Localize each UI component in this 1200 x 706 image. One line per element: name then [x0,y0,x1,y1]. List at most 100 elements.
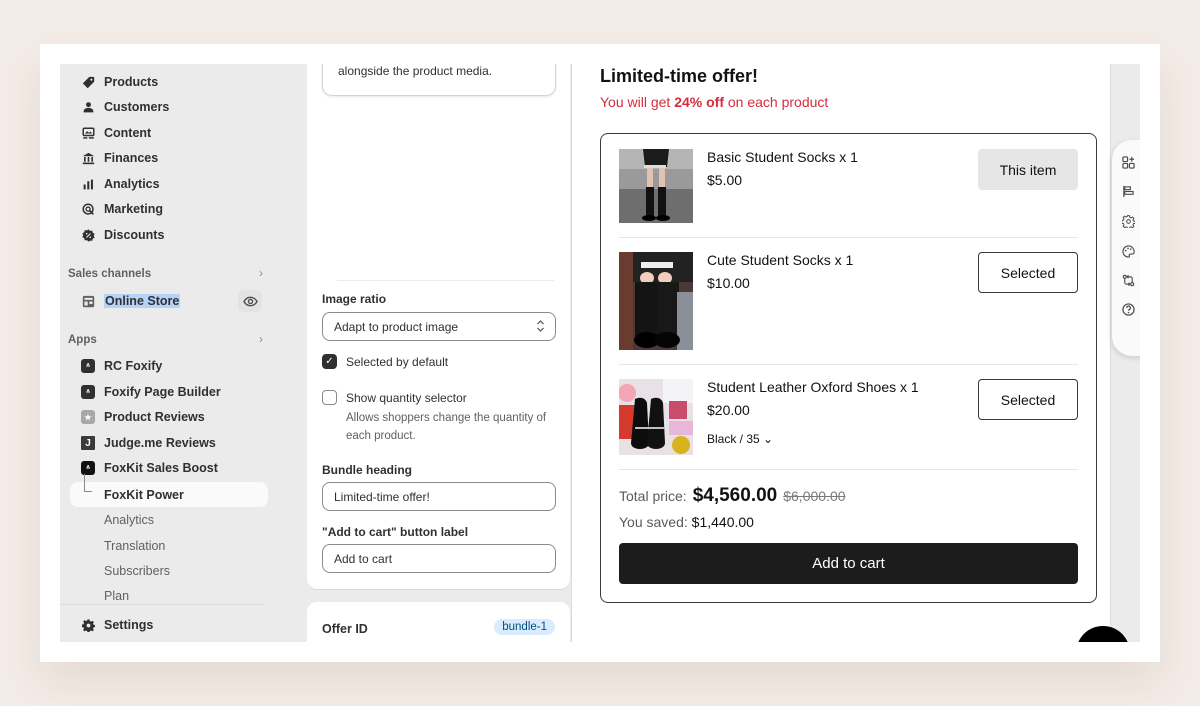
bundle-title: Limited-time offer! [600,66,759,86]
sidebar-item-customers[interactable]: Customers [70,95,268,119]
show-quantity-selector-checkbox[interactable]: Show quantity selector [322,390,467,405]
sidebar-item-label: Products [104,75,159,89]
selected-by-default-checkbox[interactable]: ✓ Selected by default [322,354,448,369]
product-image [619,252,693,350]
sidebar-subitem-analytics[interactable]: Analytics [104,513,154,527]
product-image [619,149,693,223]
chevron-right-icon: › [259,268,263,280]
sidebar-subitem-translation[interactable]: Translation [104,539,165,553]
bundle-heading-input[interactable]: Limited-time offer! [322,482,556,511]
this-item-button[interactable]: This item [978,149,1078,190]
product-name: Cute Student Socks x 1 [707,252,854,268]
sidebar-subitem-foxkit-power[interactable]: FoxKit Power [104,488,184,502]
description-text: alongside the product media. [338,64,493,78]
chevron-down-icon: ⌄ [763,432,774,446]
add-block-icon[interactable] [1118,152,1138,172]
admin-window: Products Customers Content Finances Anal… [60,64,1140,642]
sidebar-subitem-subscribers[interactable]: Subscribers [104,564,170,578]
variant-select[interactable]: Black / 35 ⌄ [707,432,773,446]
selected-button[interactable]: Selected [978,379,1078,420]
sidebar-item-rc-foxify[interactable]: ᐞ RC Foxify [70,354,268,378]
saved-label: You saved: [619,514,688,530]
settings-icon[interactable] [1118,211,1138,231]
selected-by-default-label: Selected by default [346,354,449,369]
content-icon [80,125,96,141]
sidebar-item-content[interactable]: Content [70,121,268,145]
sidebar-item-finances[interactable]: Finances [70,146,268,170]
block-settings-card: alongside the product media. Image ratio… [307,64,570,589]
add-to-cart-button[interactable]: Add to cart [619,543,1078,584]
align-icon[interactable] [1118,181,1138,201]
divider [619,469,1078,470]
sidebar-item-analytics[interactable]: Analytics [70,172,268,196]
product-name: Student Leather Oxford Shoes x 1 [707,379,919,395]
atc-label-label: "Add to cart" button label [322,525,469,539]
star-icon: ★ [81,410,95,424]
sidebar-item-label: Marketing [104,202,164,216]
selected-button[interactable]: Selected [978,252,1078,293]
sidebar-item-label: Content [104,126,152,140]
discount-text: 24% off [674,94,724,110]
sidebar-item-label: Foxify Page Builder [104,385,221,399]
subtitle-suffix: on each product [724,94,829,110]
offer-id-label: Offer ID [322,622,368,636]
sidebar: Products Customers Content Finances Anal… [60,64,279,642]
chevron-right-icon: › [259,334,263,346]
sidebar-item-judgeme-reviews[interactable]: J Judge.me Reviews [70,431,268,455]
offer-id-card: Offer ID bundle-1 [307,602,570,642]
sidebar-item-foxkit-sales-boost[interactable]: ᐞ FoxKit Sales Boost [70,456,268,480]
divider [60,604,264,605]
bundle-heading-label: Bundle heading [322,463,412,477]
saved-row: You saved: $1,440.00 [619,514,754,530]
eye-icon[interactable] [238,290,262,312]
sidebar-item-label: Discounts [104,228,165,242]
sidebar-subitem-plan[interactable]: Plan [104,589,129,603]
checkbox-checked-icon[interactable]: ✓ [322,354,337,369]
total-price-label: Total price: [619,488,687,504]
product-price: $10.00 [707,275,750,291]
divider [619,237,1078,238]
product-image [619,379,693,455]
store-icon [80,293,96,309]
total-price-value: $4,560.00 [692,485,778,506]
bundle-box: Basic Student Socks x 1 $5.00 This item … [600,133,1097,603]
show-quantity-selector-help: Allows shoppers change the quantity of e… [346,412,547,442]
sales-channels-header[interactable]: Sales channels › [68,268,263,280]
apps-header[interactable]: Apps › [68,334,263,346]
show-quantity-selector-label: Show quantity selector [346,390,467,405]
sidebar-item-settings[interactable]: Settings [70,613,268,637]
atc-label-input[interactable]: Add to cart [322,544,556,573]
sidebar-item-label: RC Foxify [104,359,163,373]
bundle-heading-value: Limited-time offer! [334,489,430,504]
person-icon [80,99,96,115]
sidebar-item-discounts[interactable]: Discounts [70,223,268,247]
image-ratio-label: Image ratio [322,292,387,306]
variant-value: Black / 35 [707,432,760,446]
foxkit-icon: ᐞ [81,461,95,475]
bundle-product: Cute Student Socks x 1 $10.00 Selected [619,252,1078,350]
image-ratio-select[interactable]: Adapt to product image [322,312,556,341]
help-icon[interactable] [1118,299,1138,319]
total-price-row: Total price: $4,560.00 $6,000.00 [619,485,846,507]
sidebar-item-label: Online Store [104,294,181,308]
product-name: Basic Student Socks x 1 [707,149,858,165]
sidebar-item-online-store[interactable]: Online Store [70,289,268,313]
saved-value: $1,440.00 [691,514,754,530]
tree-connector [84,474,92,492]
discount-icon [80,227,96,243]
sales-channels-label: Sales channels [68,268,152,280]
foxify-icon: ᐞ [81,359,95,373]
checkbox-unchecked-icon[interactable] [322,390,337,405]
target-icon [80,201,96,217]
divider [619,364,1078,365]
sidebar-item-products[interactable]: Products [70,70,268,94]
sidebar-item-marketing[interactable]: Marketing [70,197,268,221]
sync-icon[interactable] [1118,270,1138,290]
sidebar-item-product-reviews[interactable]: ★ Product Reviews [70,405,268,429]
palette-icon[interactable] [1118,241,1138,261]
sidebar-item-label: Analytics [104,177,160,191]
sidebar-item-label: FoxKit Sales Boost [104,461,218,475]
judgeme-icon: J [81,436,95,450]
sidebar-item-label: Customers [104,100,170,114]
sidebar-item-foxify-page-builder[interactable]: ᐞ Foxify Page Builder [70,380,268,404]
